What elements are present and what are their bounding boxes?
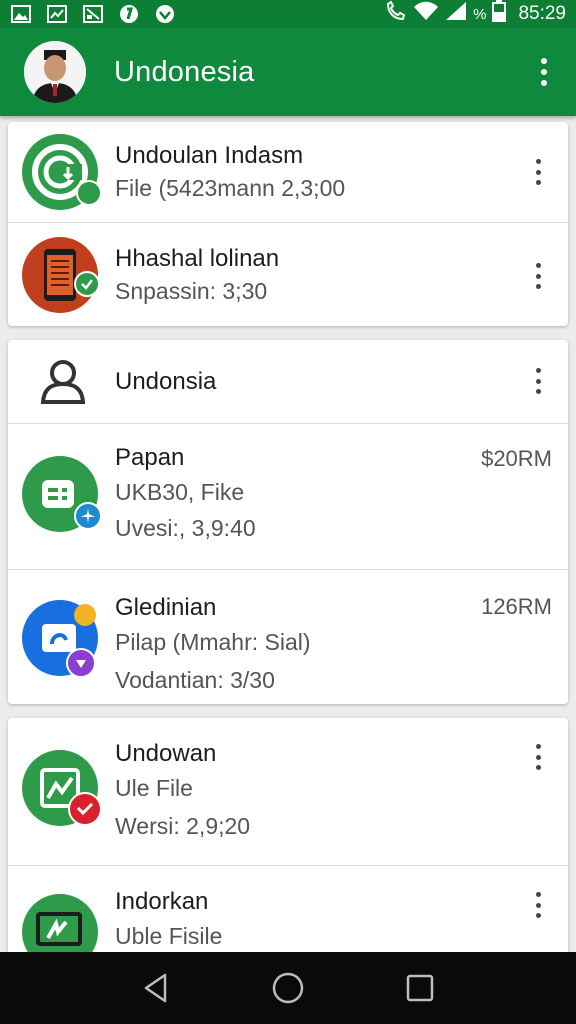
call-icon	[385, 0, 407, 27]
item-title: Papan	[115, 444, 185, 471]
files-card: Undowan Ule File Wersi: 2,9;20 Indorkan …	[8, 718, 568, 968]
item-title: Indorkan	[115, 888, 209, 915]
item-time: $20RM	[481, 446, 552, 471]
app-title: Undonesia	[114, 55, 255, 88]
battery-percent-label: %	[473, 5, 487, 23]
item-title: Undoulan Indasm	[115, 142, 304, 169]
item-time: 126RM	[481, 594, 552, 619]
more-vert-icon[interactable]	[528, 368, 548, 394]
home-icon[interactable]	[268, 968, 308, 1008]
check-badge	[74, 271, 100, 297]
list-item[interactable]: Gledinian Pilap (Mmahr: Sial) Vodantian:…	[8, 570, 568, 704]
chart-icon	[46, 4, 68, 24]
item-version: Wersi: 2,9;20	[115, 813, 251, 839]
downloads-card: Undoulan Indasm File (5423mann 2,3;00 Hh…	[8, 122, 568, 326]
section-title: Undonsia	[115, 368, 217, 395]
contacts-card: Undonsia Papan UKB30, Fike Uvesi:, 3,9:4…	[8, 340, 568, 704]
item-version: Uvesi:, 3,9:40	[115, 515, 256, 541]
more-vert-icon[interactable]	[534, 55, 554, 89]
item-title: Undowan	[115, 740, 217, 767]
more-vert-icon[interactable]	[528, 892, 548, 918]
gallery-icon	[82, 4, 104, 24]
item-subtitle: Snpassin: 3;30	[115, 278, 268, 304]
recents-icon[interactable]	[400, 968, 440, 1008]
battery-icon	[492, 0, 507, 28]
badge-icon	[154, 4, 176, 24]
section-header[interactable]: Undonsia	[8, 340, 568, 424]
status-bar: % 85:29	[0, 0, 576, 28]
more-vert-icon[interactable]	[528, 159, 548, 185]
star-badge	[74, 604, 96, 626]
item-title: Gledinian	[115, 594, 217, 621]
signal-icon	[445, 1, 467, 27]
back-icon[interactable]	[136, 968, 176, 1008]
wifi-icon	[413, 1, 439, 27]
item-subtitle: File (5423mann 2,3;00	[115, 175, 346, 201]
item-subtitle: UKB30, Fike	[115, 479, 245, 505]
item-version: Vodantian: 3/30	[115, 667, 275, 693]
list-item[interactable]: Hhashal lolinan Snpassin: 3;30	[8, 223, 568, 326]
item-subtitle: Uble Fisile	[115, 923, 223, 949]
more-vert-icon[interactable]	[528, 744, 548, 770]
item-subtitle: Ule File	[115, 775, 193, 801]
item-subtitle: Pilap (Mmahr: Sial)	[115, 629, 311, 655]
image-icon	[10, 4, 32, 24]
check-badge	[76, 180, 102, 206]
avatar[interactable]	[24, 41, 86, 103]
navigation-bar	[0, 952, 576, 1024]
shield-icon	[118, 4, 140, 24]
list-item[interactable]: Undowan Ule File Wersi: 2,9;20	[8, 718, 568, 866]
app-bar: Undonesia	[0, 28, 576, 116]
list-item[interactable]: Papan UKB30, Fike Uvesi:, 3,9:40 $20RM	[8, 424, 568, 570]
notification-icons	[10, 4, 176, 24]
airplane-badge	[74, 502, 102, 530]
user-icon	[38, 358, 88, 404]
profile-badge	[66, 648, 96, 678]
check-badge	[68, 792, 102, 826]
status-time: 85:29	[518, 3, 566, 24]
item-title: Hhashal lolinan	[115, 245, 280, 272]
more-vert-icon[interactable]	[528, 263, 548, 289]
list-item[interactable]: Undoulan Indasm File (5423mann 2,3;00	[8, 122, 568, 223]
